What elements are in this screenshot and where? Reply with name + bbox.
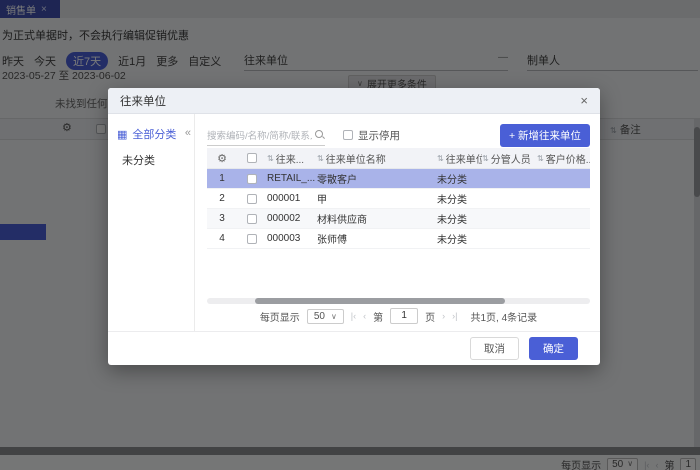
cell-name: 材料供应商 <box>317 215 367 226</box>
cancel-button[interactable]: 取消 <box>470 337 519 360</box>
header-label: 分管人员 <box>490 154 531 166</box>
app-root: 销售单 为正式单据时，不会执行编辑促销优惠 昨天 今天 近7天 近1月 更多 自… <box>0 0 700 470</box>
category-sidebar: 全部分类 未分类 <box>108 114 195 331</box>
table-row[interactable]: 3 000002 材料供应商 未分类 <box>207 209 590 229</box>
header-label: 往来单位名称 <box>325 154 386 166</box>
confirm-button[interactable]: 确定 <box>529 337 578 360</box>
page-number-input[interactable]: 1 <box>390 308 419 324</box>
header-label: 往来... <box>275 154 305 166</box>
select-all-checkbox[interactable] <box>247 153 257 163</box>
page-jump-suffix: 页 <box>425 312 436 324</box>
row-index: 4 <box>219 233 225 244</box>
column-header-price[interactable]: 客户价格... <box>537 151 590 166</box>
cell-name: 甲 <box>317 195 327 206</box>
modal-body: 全部分类 未分类 搜索编码/名称/简称/联系人/联系 显示停用 + 新增往来单位 <box>108 114 600 331</box>
next-page-icon[interactable] <box>442 311 445 321</box>
first-page-icon[interactable] <box>351 311 356 321</box>
header-label: 客户价格... <box>545 154 590 166</box>
row-checkbox[interactable] <box>247 213 257 224</box>
search-input[interactable]: 搜索编码/名称/简称/联系人/联系 <box>207 125 325 146</box>
row-index: 1 <box>219 173 225 184</box>
table-row[interactable]: 2 000001 甲 未分类 <box>207 189 590 209</box>
row-checkbox[interactable] <box>247 233 257 244</box>
column-header-code[interactable]: 往来... <box>267 151 317 166</box>
column-header-manager[interactable]: 分管人员 <box>482 151 537 166</box>
sort-icon <box>267 153 274 164</box>
search-placeholder: 搜索编码/名称/简称/联系人/联系 <box>207 130 312 142</box>
modal-footer: 取消 确定 <box>108 331 600 365</box>
sidebar-item-uncategorized[interactable]: 未分类 <box>122 152 155 168</box>
last-page-icon[interactable] <box>452 311 457 321</box>
search-icon <box>315 129 325 140</box>
row-checkbox[interactable] <box>247 173 257 184</box>
cell-code: 000002 <box>267 213 301 224</box>
per-page-select[interactable]: 50 <box>306 308 344 324</box>
modal-pagination: 每页显示 50 第 1 页 共1页, 4条记录 <box>207 308 590 324</box>
sidebar-item-all-categories[interactable]: 全部分类 <box>117 126 176 142</box>
grid-icon <box>117 128 127 141</box>
table-row[interactable]: 4 000003 张师傅 未分类 <box>207 229 590 249</box>
per-page-value: 50 <box>313 310 325 322</box>
table-row[interactable]: 1 RETAIL_... 零散客户 未分类 <box>207 169 590 189</box>
modal-close-icon[interactable] <box>580 94 588 107</box>
collapse-sidebar-icon[interactable] <box>185 127 191 139</box>
modal-toolbar: 搜索编码/名称/简称/联系人/联系 显示停用 + 新增往来单位 <box>207 122 590 148</box>
sort-icon <box>437 153 444 164</box>
table-scrollbar-thumb[interactable] <box>255 298 505 304</box>
cell-code: 000001 <box>267 193 301 204</box>
sort-icon <box>537 153 544 164</box>
modal-header: 往来单位 <box>108 88 600 114</box>
cell-category: 未分类 <box>437 195 467 206</box>
cell-code: 000003 <box>267 233 301 244</box>
header-label: 往来单位... <box>445 154 482 166</box>
partner-select-modal: 往来单位 全部分类 未分类 搜索编码/名称/简称/联系人/联系 <box>108 88 600 365</box>
table-horizontal-scrollbar[interactable] <box>207 298 590 304</box>
chevron-down-icon <box>331 312 337 321</box>
per-page-label: 每页显示 <box>259 312 300 324</box>
all-categories-label: 全部分类 <box>132 129 177 141</box>
row-index: 3 <box>219 213 225 224</box>
cell-category: 未分类 <box>437 235 467 246</box>
modal-main: 搜索编码/名称/简称/联系人/联系 显示停用 + 新增往来单位 <box>195 114 600 331</box>
column-header-category[interactable]: 往来单位... <box>437 151 482 166</box>
row-index: 2 <box>219 193 225 204</box>
cell-name: 零散客户 <box>317 175 357 186</box>
show-disabled-checkbox[interactable] <box>343 130 353 140</box>
sort-icon <box>482 153 489 164</box>
column-settings-gear-icon[interactable] <box>207 152 237 165</box>
show-disabled-label: 显示停用 <box>358 129 400 142</box>
show-disabled-toggle[interactable]: 显示停用 <box>343 128 400 143</box>
row-checkbox[interactable] <box>247 193 257 204</box>
add-partner-button[interactable]: + 新增往来单位 <box>499 123 590 147</box>
prev-page-icon[interactable] <box>363 311 366 321</box>
cell-category: 未分类 <box>437 175 467 186</box>
sort-icon <box>317 153 324 164</box>
cell-code: RETAIL_... <box>267 173 316 184</box>
pagination-total-text: 共1页, 4条记录 <box>470 312 538 324</box>
table-header-row: 往来... 往来单位名称 往来单位... 分管人员 <box>207 148 590 169</box>
modal-title: 往来单位 <box>120 95 166 108</box>
cell-category: 未分类 <box>437 215 467 226</box>
column-header-name[interactable]: 往来单位名称 <box>317 151 437 166</box>
partner-table: 往来... 往来单位名称 往来单位... 分管人员 <box>207 148 590 249</box>
page-jump-prefix: 第 <box>373 312 384 324</box>
cell-name: 张师傅 <box>317 235 347 246</box>
